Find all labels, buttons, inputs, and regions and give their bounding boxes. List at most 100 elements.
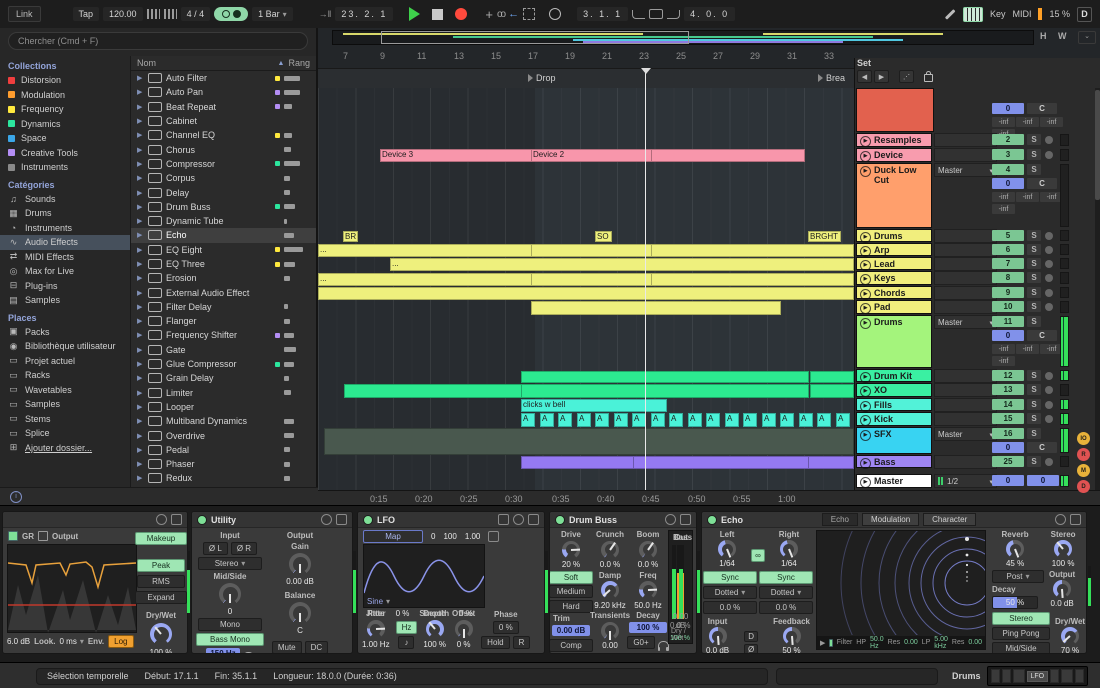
map-max[interactable]: 100 [443,532,456,541]
solo-button[interactable]: S [1027,164,1041,175]
mono-button[interactable]: Mono [198,618,262,631]
clip[interactable]: BRGHT [808,231,841,242]
device-row[interactable]: ▶ Dynamic Tube [131,214,316,228]
browser-search-input[interactable]: Chercher (Cmd + F) [8,32,308,50]
reverb-stereo-knob[interactable] [1054,540,1072,558]
retrigger-button[interactable]: R [513,636,531,649]
place-item[interactable]: ▭ Wavetables [0,383,130,398]
rms-button[interactable]: RMS [137,575,185,588]
db-dry-wet-value[interactable]: 100 % [670,635,690,642]
clip[interactable] [531,244,652,257]
track-fold-icon[interactable]: ▶ [860,372,871,383]
crunch-value[interactable]: 0.0 % [600,560,620,569]
clip[interactable]: A [780,413,794,427]
device-row[interactable]: ▶ EQ Eight [131,243,316,257]
loop-switch-icon[interactable] [649,9,663,19]
volume-badge[interactable]: 0 [992,330,1024,341]
track-fold-icon[interactable]: ▶ [860,477,871,488]
echo-dry-wet-knob[interactable] [1061,627,1079,645]
track-number-badge[interactable]: 25 [992,456,1024,467]
input-gain-value[interactable]: 0.0 dB [706,646,729,654]
expand-arrow-icon[interactable]: ▶ [137,374,144,382]
log-button[interactable]: Log [108,635,133,648]
chain-device-chip[interactable]: LFO [1027,671,1049,682]
tap-tempo-button[interactable]: Tap [73,7,100,21]
collection-item[interactable]: Space [0,131,130,146]
pan-badge[interactable]: C [1027,330,1057,341]
filter-checkbox[interactable] [829,639,832,647]
device-row[interactable]: ▶ Glue Compressor [131,357,316,371]
expand-arrow-icon[interactable]: ▶ [137,146,144,154]
solo-button[interactable]: S [1027,244,1041,255]
peak-button[interactable]: Peak [137,559,185,572]
track-header[interactable]: ▶ Keys 8 S 0 C -inf -inf -inf [855,271,1100,286]
clip[interactable]: A [669,413,683,427]
info-icon[interactable]: i [10,491,22,503]
nudge-up-icon[interactable] [164,9,177,19]
boom-knob[interactable] [639,541,657,559]
lock-envelopes-icon[interactable] [924,74,933,82]
track-number-badge[interactable]: 15 [992,413,1024,424]
track-fold-icon[interactable]: ▶ [860,386,871,397]
note-sync-button[interactable]: ♪ [398,636,414,649]
track-number-badge[interactable]: 13 [992,384,1024,395]
track-fold-icon[interactable]: ▶ [860,415,871,426]
clip[interactable] [808,456,854,469]
track-number-badge[interactable]: 8 [992,272,1024,283]
track-header[interactable]: ▶ Drum Kit 12 S 0 C -inf -inf -inf [855,369,1100,383]
device-row[interactable]: ▶ Compressor [131,157,316,171]
time-signature-field[interactable]: 4 / 4 [181,7,211,21]
solo-button[interactable]: S [1027,134,1041,145]
key-map-button[interactable]: Key [990,9,1006,19]
track-number-badge[interactable]: 14 [992,399,1024,410]
place-item[interactable]: ▭ Splice [0,426,130,441]
record-button[interactable] [455,8,467,20]
solo-button[interactable]: S [1027,272,1041,283]
offset-right-value[interactable]: 0.0 % [759,601,813,614]
track-header[interactable]: ▶ Pad 10 S 0 C -inf -inf -inf [855,300,1100,315]
boom-freq-value[interactable]: 50.0 Hz [634,601,662,610]
track-fold-icon[interactable]: ▶ [860,303,871,314]
clip[interactable] [633,456,810,469]
tempo-field[interactable]: 120.00 [103,7,143,21]
send-a[interactable]: -inf [992,192,1015,202]
mixer-section-toggle[interactable]: R [1077,448,1090,461]
track-fold-icon[interactable]: ▶ [860,136,871,147]
arrangement-canvas[interactable]: Device 3 Device 2 BR SO BRGHT ... [318,88,854,490]
clip[interactable]: SO [595,231,612,242]
track-header[interactable]: ▶ Chords 9 S 0 C -inf -inf -inf [855,286,1100,300]
send-c[interactable]: -inf [1040,117,1063,127]
routing-chooser[interactable] [934,398,997,412]
clip[interactable] [651,149,805,162]
dc-button[interactable]: DC [305,641,329,654]
gain-value[interactable]: 0.00 dB [286,577,314,586]
solo-button[interactable]: S [1027,413,1041,424]
beat-time-ruler[interactable]: 79111315171921232527293133 [318,48,854,66]
track-number-badge[interactable]: 7 [992,258,1024,269]
output-checkbox[interactable] [38,531,48,541]
expand-arrow-icon[interactable]: ▶ [137,432,144,440]
boom-freq-knob[interactable] [639,581,657,599]
punch-in-icon[interactable] [632,10,645,19]
track-header[interactable]: ▶ Drums Master 11 S 0 C -inf -inf -i [855,315,1100,369]
track-fold-icon[interactable]: ▶ [860,246,871,257]
soft-button[interactable]: Soft [549,571,593,584]
device-row[interactable]: ▶ Beat Repeat [131,100,316,114]
collection-item[interactable]: Frequency [0,102,130,117]
mute-button[interactable]: Mute [272,641,302,654]
lp-freq-value[interactable]: 5.00 kHz [934,636,948,650]
stop-button[interactable] [432,9,443,20]
hot-swap-icon[interactable] [321,514,332,525]
track-number-badge[interactable]: 4 [992,164,1024,175]
damp-knob[interactable] [601,581,619,599]
comp-button[interactable]: Comp [549,639,593,652]
cue-volume-badge[interactable]: 0 [1027,475,1059,486]
hold-button[interactable]: Hold [481,636,509,649]
overview-viewport[interactable] [381,31,689,44]
lp-res-value[interactable]: 0.00 [968,639,982,646]
audition-headphone-icon[interactable] [243,652,254,655]
device-row[interactable]: ▶ Chorus [131,142,316,156]
device-power-toggle[interactable] [555,515,565,525]
send-b[interactable]: -inf [1016,117,1039,127]
clip[interactable]: A [743,413,757,427]
